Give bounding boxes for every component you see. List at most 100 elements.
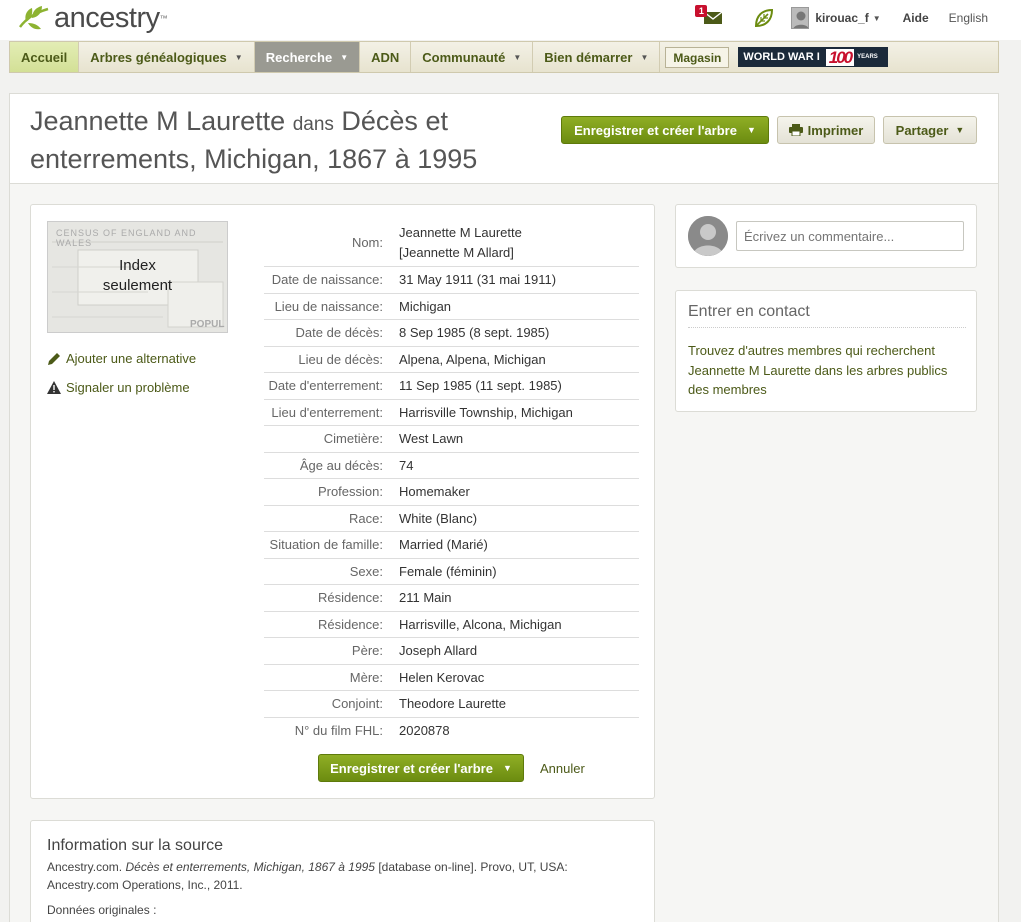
nav-item-label: Arbres généalogiques xyxy=(90,49,227,65)
record-facts-table: Nom: Jeannette M Laurette [Jeannette M A… xyxy=(264,219,639,744)
table-row: Date de naissance: 31 May 1911 (31 mai 19… xyxy=(264,267,639,294)
field-label: Lieu de naissance: xyxy=(274,298,383,314)
field-value: 8 Sep 1985 (8 sept. 1985) xyxy=(399,325,550,341)
field-label: Date de décès: xyxy=(295,325,383,341)
table-row: Lieu de décès: Alpena, Alpena, Michigan xyxy=(264,347,639,373)
nav-item-label: ADN xyxy=(371,49,400,65)
save-create-tree-button[interactable]: Enregistrer et créer l'arbre ▼ xyxy=(561,116,769,144)
field-label: Date d'enterrement: xyxy=(268,378,384,394)
comment-input[interactable] xyxy=(736,221,964,251)
help-link[interactable]: Aide xyxy=(903,11,929,25)
field-label: Nom: xyxy=(351,235,383,250)
title-connector: dans xyxy=(292,114,334,135)
field-value: 211 Main xyxy=(399,590,452,606)
nav-item-label: Recherche xyxy=(265,49,333,65)
ancestry-logo[interactable]: ancestry ™ xyxy=(18,2,168,34)
language-link[interactable]: English xyxy=(949,11,988,25)
field-value: Harrisville, Alcona, Michigan xyxy=(399,616,562,632)
field-label: Race: xyxy=(349,510,383,526)
share-button[interactable]: Partager ▼ xyxy=(883,116,977,144)
index-only-label: Index seulement xyxy=(48,256,227,296)
field-label: Âge au décès: xyxy=(299,457,383,473)
chevron-down-icon: ▼ xyxy=(955,125,965,135)
field-value: White (Blanc) xyxy=(399,510,478,526)
field-label: Situation de famille: xyxy=(269,537,383,553)
add-alternative-link[interactable]: Ajouter une alternative xyxy=(47,351,196,366)
thumbnail-bg-heading: CENSUS OF ENGLAND AND WALES xyxy=(56,228,197,248)
messages-button[interactable]: 1 xyxy=(695,5,723,25)
person-name: Jeannette M Laurette xyxy=(30,106,286,136)
table-row: Conjoint: Theodore Laurette xyxy=(264,691,639,718)
store-button[interactable]: Magasin xyxy=(665,47,730,68)
username-menu[interactable]: kirouac_f xyxy=(815,11,868,25)
leaf-logo-icon xyxy=(19,6,49,30)
ww1-years: YEARS xyxy=(857,54,878,60)
source-title: Information sur la source xyxy=(47,837,224,854)
add-alternative-label: Ajouter une alternative xyxy=(66,351,197,366)
field-label: Conjoint: xyxy=(331,696,383,712)
table-row: Nom: Jeannette M Laurette [Jeannette M A… xyxy=(264,219,639,267)
contact-link[interactable]: Trouvez d'autres membres qui recherchent… xyxy=(688,341,966,400)
table-row: Cimetière: West Lawn xyxy=(264,426,639,453)
top-bar: ancestry ™ 1 kirouac_f ▼ Aide English xyxy=(0,0,1021,40)
button-label: Enregistrer et créer l'arbre xyxy=(574,122,737,138)
table-row: Date de décès: 8 Sep 1985 (8 sept. 1985) xyxy=(264,320,639,347)
user-silhouette-icon xyxy=(793,11,809,28)
print-button[interactable]: Imprimer xyxy=(777,116,875,144)
nav-item-search[interactable]: Recherche ▼ xyxy=(254,42,361,72)
hints-leaf-icon[interactable] xyxy=(753,7,775,29)
field-value: 31 May 1911 (31 mai 1911) xyxy=(399,272,557,288)
record-card: CENSUS OF ENGLAND AND WALES POPUL Index … xyxy=(30,204,655,799)
nav-item-label: Accueil xyxy=(21,49,68,65)
field-value: 11 Sep 1985 (11 sept. 1985) xyxy=(399,378,562,394)
main-nav: Accueil Arbres généalogiques ▼ Recherche ▼… xyxy=(9,41,999,73)
top-icons: 1 kirouac_f ▼ Aide English xyxy=(695,4,1021,32)
button-label: Partager xyxy=(895,122,949,138)
ww1-banner[interactable]: WORLD WAR I 100 YEARS xyxy=(738,47,889,67)
comment-card xyxy=(675,204,977,268)
field-value: Married (Marié) xyxy=(399,537,488,553)
field-label: Sexe: xyxy=(349,563,383,579)
chevron-down-icon: ▼ xyxy=(502,763,512,773)
report-problem-label: Signaler un problème xyxy=(66,380,190,395)
source-publisher: Ancestry.com. xyxy=(47,860,123,874)
nav-item-trees[interactable]: Arbres généalogiques ▼ xyxy=(79,42,255,72)
chevron-down-icon: ▼ xyxy=(340,52,349,62)
report-problem-link[interactable]: Signaler un problème xyxy=(47,380,190,395)
save-create-tree-button-bottom[interactable]: Enregistrer et créer l'arbre ▼ xyxy=(318,754,524,782)
trademark-mark: ™ xyxy=(159,13,168,23)
chevron-down-icon: ▼ xyxy=(640,52,649,62)
table-row: Âge au décès: 74 xyxy=(264,453,639,479)
page-title: Jeannette M Laurette dans Décès et enter… xyxy=(30,104,540,176)
chevron-down-icon: ▼ xyxy=(234,52,243,62)
table-row: Lieu de naissance: Michigan xyxy=(264,294,639,320)
field-label: Résidence: xyxy=(317,616,383,632)
record-image-thumbnail[interactable]: CENSUS OF ENGLAND AND WALES POPUL Index … xyxy=(47,221,228,333)
table-row: Profession: Homemaker xyxy=(264,479,639,506)
name-primary: Jeannette M Laurette xyxy=(399,224,522,240)
record-header: Jeannette M Laurette dans Décès et enter… xyxy=(10,94,998,184)
field-label: Mère: xyxy=(349,669,383,685)
field-label: Date de naissance: xyxy=(271,272,383,288)
table-row: Résidence: Harrisville, Alcona, Michigan xyxy=(264,612,639,638)
user-avatar[interactable] xyxy=(791,7,810,29)
contact-card: Entrer en contact Trouvez d'autres membr… xyxy=(675,290,977,412)
nav-item-home[interactable]: Accueil xyxy=(10,42,80,72)
table-row: Race: White (Blanc) xyxy=(264,506,639,532)
nav-item-community[interactable]: Communauté ▼ xyxy=(411,42,534,72)
field-value: Harrisville Township, Michigan xyxy=(399,404,573,420)
field-value: Helen Kerovac xyxy=(399,669,485,685)
warning-icon xyxy=(47,381,61,394)
nav-item-getting-started[interactable]: Bien démarrer ▼ xyxy=(533,42,661,72)
commenter-avatar xyxy=(688,216,728,256)
ww1-number: 100 xyxy=(825,48,855,66)
table-row: Lieu d'enterrement: Harrisville Township,… xyxy=(264,400,639,426)
table-row: Résidence: 211 Main xyxy=(264,585,639,612)
user-silhouette-icon xyxy=(688,216,728,256)
field-value: West Lawn xyxy=(399,431,464,447)
chevron-down-icon[interactable]: ▼ xyxy=(873,14,881,23)
field-value: Joseph Allard xyxy=(399,643,478,659)
cancel-link[interactable]: Annuler xyxy=(540,761,585,776)
table-row: N° du film FHL: 2020878 xyxy=(264,718,639,745)
nav-item-dna[interactable]: ADN xyxy=(360,42,412,72)
